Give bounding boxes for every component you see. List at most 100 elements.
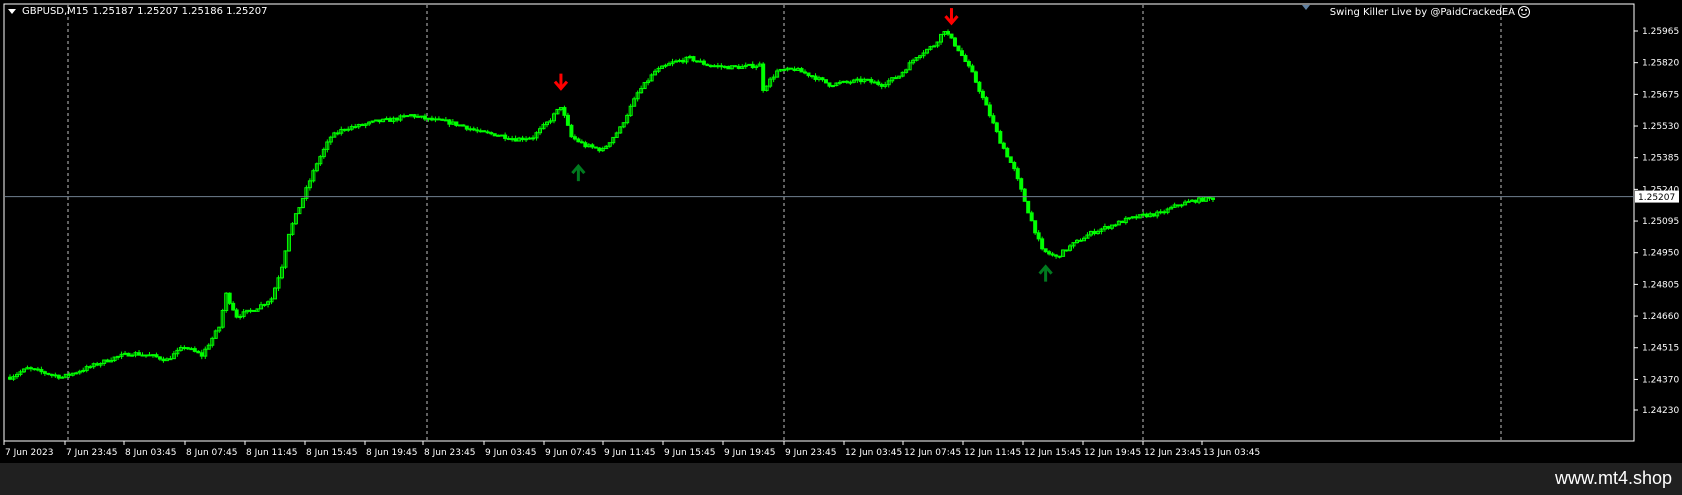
candle-body [140,354,145,357]
candle-body [1078,239,1083,242]
candle-body [1057,255,1062,258]
candle-body [506,137,511,140]
price-tick-label: 1.25095 [1642,217,1679,227]
candle-body [471,128,476,131]
candle-body [28,367,33,370]
price-tick-label: 1.24230 [1642,406,1679,416]
price-tick-label: 1.25385 [1642,154,1679,164]
candle-body [980,90,985,99]
candle-body [1054,254,1059,257]
candle-body [694,60,699,63]
indicator-label: Swing Killer Live by @PaidCrackedEA [1330,6,1530,18]
candle-body [527,137,532,140]
candle-body [1029,212,1034,222]
candle-body [185,347,190,350]
candle-body [876,81,881,85]
candle-body [966,61,971,67]
time-tick-label: 12 Jun 07:45 [904,448,961,458]
candle-body [733,65,738,68]
candle-body [150,354,155,357]
candle-body [719,65,724,68]
candle-body [168,358,173,361]
candle-body [750,63,755,69]
candle-body [1026,200,1031,214]
time-tick-label: 7 Jun 23:45 [66,448,117,458]
candle-body [1012,161,1017,170]
candlestick-chart[interactable]: 1.25965 1.25820 1.25675 1.25530 1.25385 1.252… [0,0,1682,463]
candle-body [844,80,849,83]
candle-body [499,134,504,137]
candle-body [949,33,954,39]
time-tick-label: 8 Jun 11:45 [246,448,297,458]
candle-body [377,119,382,123]
candle-body [576,138,581,143]
candle-body [419,115,424,118]
candle-body [154,354,159,358]
time-tick-label: 9 Jun 23:45 [785,448,836,458]
candle-body [130,354,135,357]
candle-body [691,56,696,62]
candle-body [973,71,978,83]
candle-body [402,115,407,118]
candle-body [747,63,752,66]
candle-body [705,63,710,67]
candle-body [1120,220,1125,224]
candle-body [189,348,194,351]
candle-body [837,81,842,84]
candle-body [384,118,389,121]
candle-body [977,81,982,92]
candle-body [761,63,766,91]
candle-body [987,104,992,117]
candle-body [994,122,999,133]
candle-body [1207,196,1212,199]
candle-body [1134,216,1139,219]
candle-body [1064,249,1069,252]
candle-body [39,368,44,373]
candle-body [56,374,61,379]
candle-body [687,56,692,59]
candle-body [674,60,679,63]
price-tick-label: 1.25820 [1642,59,1679,69]
symbol-label: GBPUSD,M15 [22,6,89,17]
candle-body [1008,156,1013,163]
candle-body [1015,168,1020,180]
chart-area[interactable]: 1.25965 1.25820 1.25675 1.25530 1.25385 1.252… [0,0,1682,463]
candle-body [813,75,818,80]
candle-body [32,368,37,371]
candle-body [1033,220,1038,234]
candle-body [789,67,794,70]
candle-body [991,115,996,124]
time-tick-label: 8 Jun 19:45 [366,448,417,458]
candle-body [708,65,713,68]
candle-body [1144,213,1149,218]
candle-body [475,129,480,132]
candle-body [503,134,508,139]
candle-body [395,117,400,121]
candle-body [161,358,166,362]
candle-body [677,59,682,62]
candle-body [496,134,501,137]
candle-body [192,348,197,352]
candle-body [440,118,445,121]
candle-body [67,373,72,376]
candle-body [143,354,148,357]
price-tick-label: 1.24660 [1642,312,1679,322]
time-tick-label: 8 Jun 15:45 [306,448,357,458]
candle-body [1022,188,1027,202]
candle-body [426,117,431,120]
time-tick-label: 8 Jun 07:45 [186,448,237,458]
time-tick-label: 12 Jun 23:45 [1144,448,1201,458]
candle-body [196,350,201,354]
chart-window: 1.25965 1.25820 1.25675 1.25530 1.25385 1.252… [0,0,1682,463]
candle-body [1127,217,1132,220]
candle-body [1040,238,1045,250]
collapse-triangle-icon[interactable] [8,9,16,14]
candle-body [858,78,863,83]
price-tick-label: 1.25965 [1642,27,1679,37]
candle-body [1019,178,1024,190]
candle-body [970,65,975,73]
symbol-header[interactable]: GBPUSD,M15 1.25187 1.25207 1.25186 1.252… [8,6,268,17]
time-tick-label: 12 Jun 19:45 [1084,448,1141,458]
price-tick-label: 1.24950 [1642,249,1679,259]
candle-body [510,138,515,141]
